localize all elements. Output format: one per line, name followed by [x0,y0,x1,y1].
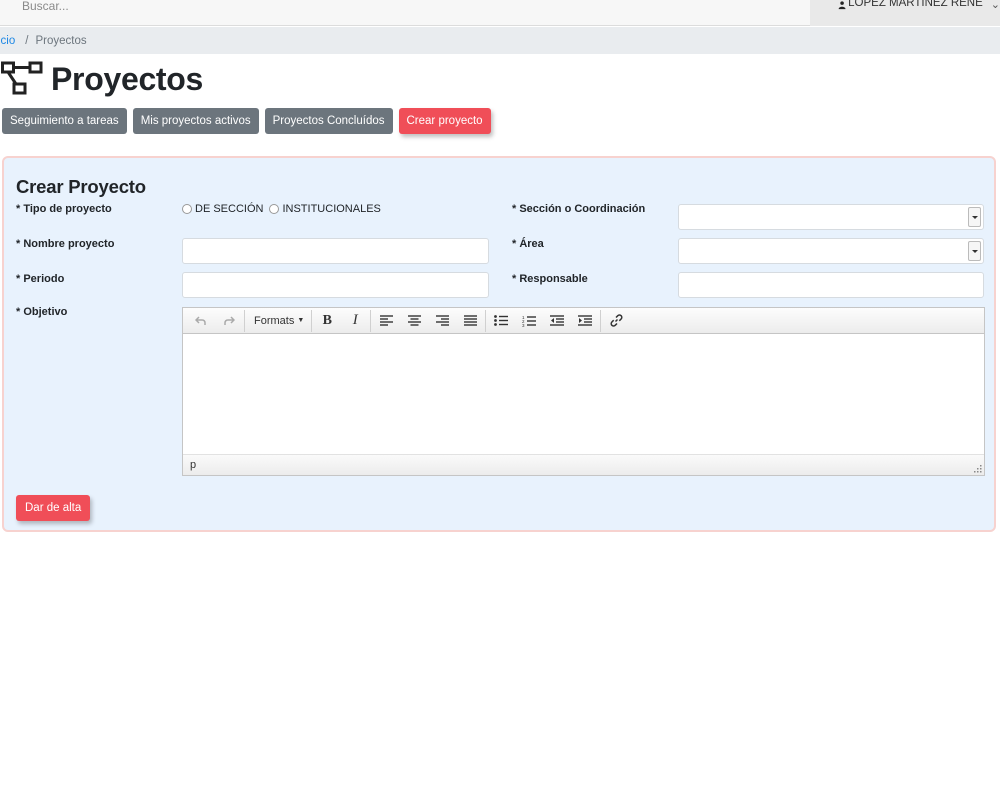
create-project-card: Crear Proyecto * Tipo de proyecto * Nomb… [2,156,996,532]
user-name: LOPEZ MARTINEZ RENE [848,0,983,9]
radio-label-de-seccion: DE SECCIÓN [195,203,264,215]
area-select[interactable] [678,238,984,264]
radio-label-institucionales: INSTITUCIONALES [282,203,381,215]
breadcrumb-current: Proyectos [35,34,87,47]
formats-label: Formats [254,314,295,327]
align-left-icon[interactable] [372,310,400,332]
toolbar-divider [244,309,245,332]
responsible-input[interactable] [678,272,984,298]
breadcrumb: icio / Proyectos [0,27,1000,54]
radio-institucionales[interactable] [269,204,280,214]
area-label: * Área [512,238,544,250]
responsible-label: * Responsable [512,273,588,285]
toolbar-divider [311,309,313,332]
user-icon [838,1,846,10]
numbered-list-icon[interactable]: 123 [515,310,543,332]
objective-label: * Objetivo [16,306,68,318]
period-label: * Periodo [16,273,65,285]
action-button-row: Seguimiento a tareas Mis proyectos activ… [2,108,497,134]
bold-icon[interactable]: B [313,310,341,332]
chevron-down-icon: ⌄ [990,0,1000,11]
align-justify-icon[interactable] [456,310,484,332]
link-icon[interactable] [602,310,630,332]
top-bar: LOPEZ MARTINEZ RENE ⌄ [0,0,1000,26]
create-project-button[interactable]: Crear proyecto [398,108,491,134]
search-input[interactable] [0,0,420,18]
align-right-icon[interactable] [428,310,456,332]
project-type-label: * Tipo de proyecto [16,203,112,215]
section-label: * Sección o Coordinación [512,203,646,215]
outdent-icon[interactable] [543,310,571,332]
user-menu[interactable]: LOPEZ MARTINEZ RENE ⌄ [810,0,1000,26]
toolbar-divider [485,309,487,332]
italic-icon[interactable]: I [341,310,369,332]
svg-text:3: 3 [522,323,525,327]
project-diagram-icon [1,61,43,95]
submit-button[interactable]: Dar de alta [16,495,91,521]
toolbar-divider [600,309,602,332]
project-type-radio-group: DE SECCIÓN INSTITUCIONALES [182,203,387,215]
toolbar-divider [370,309,372,332]
project-name-input[interactable] [182,238,489,264]
objective-editor: Formats ▼ B I 123 p [182,307,985,476]
resize-handle-icon[interactable] [974,465,982,473]
page-title: Proyectos [51,60,204,97]
project-name-label: * Nombre proyecto [16,238,115,250]
chevron-down-icon [968,241,981,261]
page-header: Proyectos [0,60,203,98]
formats-dropdown[interactable]: Formats ▼ [246,310,310,332]
breadcrumb-home-link[interactable]: icio [0,35,15,47]
completed-projects-button[interactable]: Proyectos Concluídos [264,108,393,134]
element-path[interactable]: p [190,459,196,471]
period-input[interactable] [182,272,489,298]
form-title: Crear Proyecto [16,176,146,197]
editor-content-area[interactable] [183,334,984,454]
undo-icon[interactable] [187,310,215,332]
chevron-down-icon [968,207,981,227]
breadcrumb-separator: / [25,34,29,47]
section-select[interactable] [678,204,984,230]
indent-icon[interactable] [571,310,599,332]
my-active-projects-button[interactable]: Mis proyectos activos [132,108,259,134]
redo-icon[interactable] [215,310,243,332]
align-center-icon[interactable] [400,310,428,332]
caret-down-icon: ▼ [297,317,305,324]
bullet-list-icon[interactable] [487,310,515,332]
editor-statusbar: p [183,454,984,475]
task-tracking-button[interactable]: Seguimiento a tareas [2,108,127,134]
editor-toolbar: Formats ▼ B I 123 [183,308,984,334]
radio-de-seccion[interactable] [182,204,192,214]
